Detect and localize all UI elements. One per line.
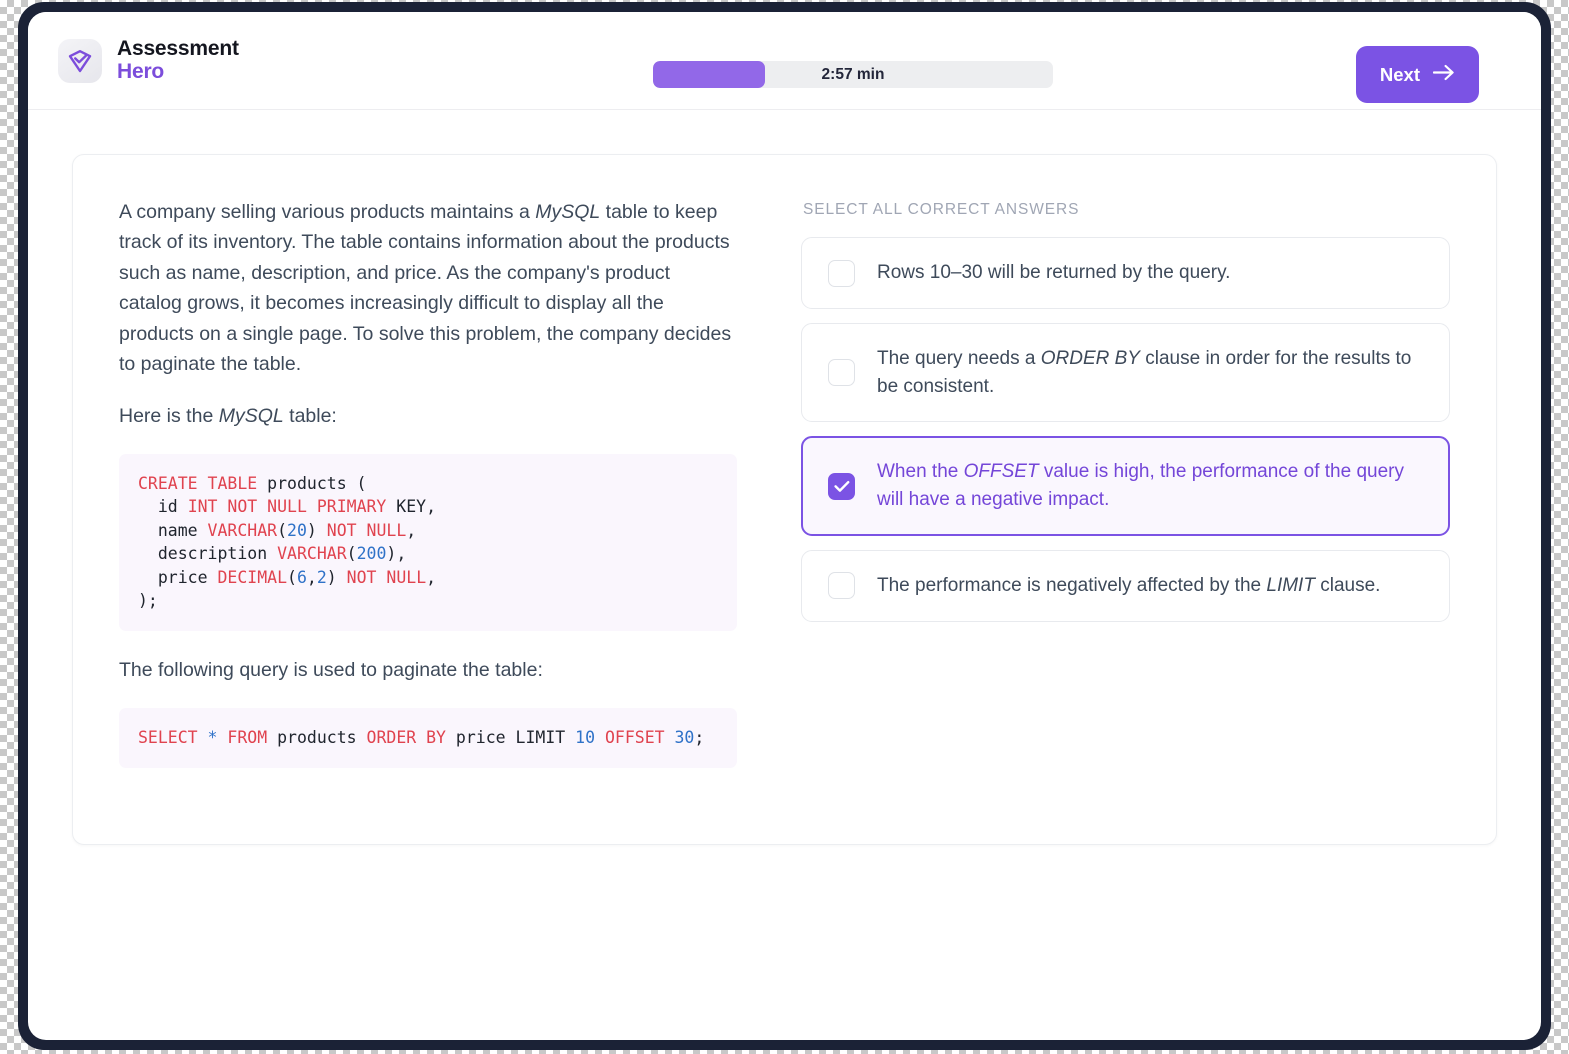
next-button-label: Next xyxy=(1379,63,1420,85)
answer-option[interactable]: The query needs a ORDER BY clause in ord… xyxy=(801,323,1450,423)
answer-option-label: Rows 10–30 will be returned by the query… xyxy=(877,262,1231,284)
arrow-right-icon xyxy=(1432,64,1455,86)
answers-column: SELECT ALL CORRECT ANSWERS Rows 10–30 wi… xyxy=(801,197,1450,792)
brand-logo[interactable]: Assessment Hero xyxy=(58,36,239,83)
question-prompt-column: A company selling various products maint… xyxy=(119,197,737,792)
answer-option-label: When the OFFSET value is high, the perfo… xyxy=(877,461,1404,511)
assessment-timer: 2:57 min xyxy=(653,61,1053,88)
checked-box-icon[interactable] xyxy=(828,472,855,500)
answer-option[interactable]: The performance is negatively affected b… xyxy=(801,549,1450,622)
question-card: A company selling various products maint… xyxy=(72,154,1497,846)
brand-name-secondary: Hero xyxy=(117,59,165,83)
app-window: Assessment Hero 2:57 min Next A company … xyxy=(28,12,1541,1040)
brand-text: Assessment Hero xyxy=(117,36,239,83)
answer-option[interactable]: Rows 10–30 will be returned by the query… xyxy=(801,237,1450,309)
unchecked-box-icon[interactable] xyxy=(828,359,855,387)
answer-option-label: The query needs a ORDER BY clause in ord… xyxy=(877,348,1412,397)
prompt-paragraph-1: A company selling various products maint… xyxy=(119,201,732,376)
app-header: Assessment Hero 2:57 min Next xyxy=(28,12,1541,110)
app-body: A company selling various products maint… xyxy=(28,110,1541,846)
answers-list: Rows 10–30 will be returned by the query… xyxy=(801,237,1450,622)
code-block-select-query: SELECT * FROM products ORDER BY price LI… xyxy=(119,707,737,769)
answer-option[interactable]: When the OFFSET value is high, the perfo… xyxy=(801,436,1450,536)
next-button[interactable]: Next xyxy=(1355,46,1479,103)
unchecked-box-icon[interactable] xyxy=(828,259,855,287)
prompt-paragraph-2: Here is the MySQL table: xyxy=(119,405,337,428)
answer-option-label: The performance is negatively affected b… xyxy=(877,575,1381,597)
unchecked-box-icon[interactable] xyxy=(828,572,855,600)
timer-label: 2:57 min xyxy=(821,65,885,83)
answers-heading: SELECT ALL CORRECT ANSWERS xyxy=(803,201,1080,218)
brand-name-primary: Assessment xyxy=(117,36,239,60)
prompt-paragraph-3: The following query is used to paginate … xyxy=(119,659,543,682)
shield-check-icon xyxy=(58,38,102,83)
device-frame: Assessment Hero 2:57 min Next A company … xyxy=(18,2,1551,1050)
code-block-create-table: CREATE TABLE products ( id INT NOT NULL … xyxy=(119,453,737,632)
